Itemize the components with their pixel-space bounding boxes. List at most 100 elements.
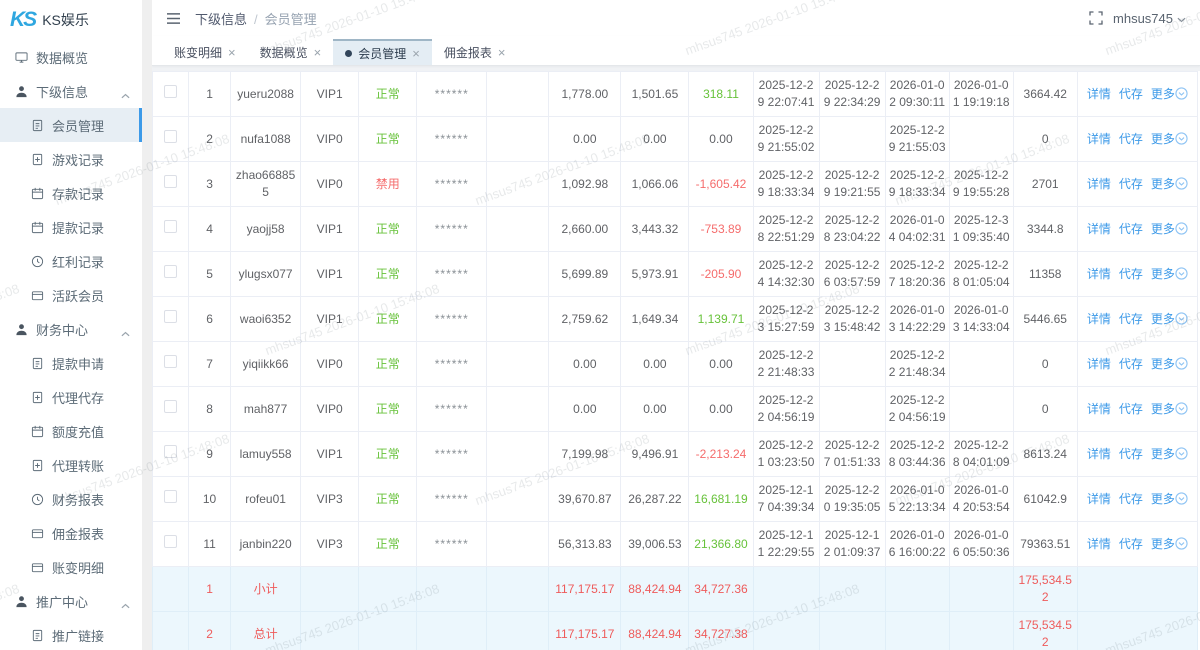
row-checkbox[interactable] [164,400,177,413]
cell-d3: 2026-01-05 22:13:34 [885,477,949,522]
sidebar-item-15[interactable]: 账变明细 [0,550,142,584]
sidebar-item-13[interactable]: 财务报表 [0,482,142,516]
more-link[interactable]: 更多 [1151,132,1188,146]
breadcrumb-parent[interactable]: 下级信息 [195,12,247,27]
deposit-link[interactable]: 代存 [1119,177,1143,191]
fullscreen-icon[interactable] [1089,11,1103,25]
close-icon[interactable]: × [314,46,322,59]
sidebar-item-11[interactable]: 额度充值 [0,414,142,448]
row-checkbox[interactable] [164,85,177,98]
deposit-link[interactable]: 代存 [1119,87,1143,101]
sidebar-item-12[interactable]: 代理转账 [0,448,142,482]
sidebar-item-17[interactable]: 推广链接 [0,618,142,650]
row-checkbox[interactable] [164,355,177,368]
breadcrumb-current: 会员管理 [265,12,317,27]
cell-num: 11 [189,522,231,567]
more-link[interactable]: 更多 [1151,492,1188,506]
more-link[interactable]: 更多 [1151,222,1188,236]
detail-link[interactable]: 详情 [1087,177,1111,191]
cell-num: 8 [189,387,231,432]
deposit-link[interactable]: 代存 [1119,447,1143,461]
table-row: 7yiqiikk66VIP0正常******0.000.000.002025-1… [153,342,1198,387]
tab-3[interactable]: 佣金报表× [432,39,518,65]
empty-cell [487,342,549,387]
row-checkbox[interactable] [164,220,177,233]
detail-link[interactable]: 详情 [1087,87,1111,101]
tab-1[interactable]: 数据概览× [248,39,334,65]
table-row: 6waoi6352VIP1正常******2,759.621,649.341,1… [153,297,1198,342]
cell-m2: 0.00 [621,117,689,162]
more-link[interactable]: 更多 [1151,537,1188,551]
user-dropdown[interactable]: mhsus745 [1113,11,1186,26]
detail-link[interactable]: 详情 [1087,537,1111,551]
more-link[interactable]: 更多 [1151,312,1188,326]
sidebar-scrollbar[interactable] [142,0,152,650]
deposit-link[interactable]: 代存 [1119,222,1143,236]
summary-cell-7: 117,175.17 [549,612,621,650]
sidebar-item-0[interactable]: 数据概览 [0,40,142,74]
cell-password: ****** [417,207,487,252]
more-link[interactable]: 更多 [1151,357,1188,371]
cell-vip: VIP0 [301,342,359,387]
deposit-link[interactable]: 代存 [1119,492,1143,506]
detail-link[interactable]: 详情 [1087,222,1111,236]
cell-d3: 2025-12-22 21:48:34 [885,342,949,387]
sidebar-section-16[interactable]: 推广中心 [0,584,142,618]
more-link[interactable]: 更多 [1151,402,1188,416]
cell-m1: 0.00 [549,117,621,162]
row-checkbox[interactable] [164,490,177,503]
sidebar-item-label: 佣金报表 [52,524,104,543]
detail-link[interactable]: 详情 [1087,492,1111,506]
deposit-link[interactable]: 代存 [1119,132,1143,146]
deposit-link[interactable]: 代存 [1119,312,1143,326]
cell-m1: 0.00 [549,342,621,387]
row-checkbox[interactable] [164,310,177,323]
summary-cell-2: 小计 [231,567,301,612]
cell-d2 [819,117,885,162]
row-checkbox[interactable] [164,445,177,458]
detail-link[interactable]: 详情 [1087,312,1111,326]
table-row: 8mah877VIP0正常******0.000.000.002025-12-2… [153,387,1198,432]
sidebar-section-1[interactable]: 下级信息 [0,74,142,108]
sidebar-item-9[interactable]: 提款申请 [0,346,142,380]
close-icon[interactable]: × [498,46,506,59]
row-checkbox[interactable] [164,535,177,548]
sidebar-section-8[interactable]: 财务中心 [0,312,142,346]
sidebar-item-10[interactable]: 代理代存 [0,380,142,414]
row-checkbox[interactable] [164,265,177,278]
sidebar-item-14[interactable]: 佣金报表 [0,516,142,550]
chevron-up-icon [121,325,130,340]
tab-2[interactable]: 会员管理× [333,39,432,65]
sidebar-item-4[interactable]: 存款记录 [0,176,142,210]
cell-password: ****** [417,72,487,117]
detail-link[interactable]: 详情 [1087,402,1111,416]
tab-0[interactable]: 账变明细× [162,39,248,65]
detail-link[interactable]: 详情 [1087,267,1111,281]
deposit-link[interactable]: 代存 [1119,357,1143,371]
cell-d4 [949,342,1013,387]
detail-link[interactable]: 详情 [1087,447,1111,461]
close-icon[interactable]: × [412,47,420,60]
detail-link[interactable]: 详情 [1087,132,1111,146]
cell-d2: 2025-12-20 19:35:05 [819,477,885,522]
more-link[interactable]: 更多 [1151,177,1188,191]
more-link[interactable]: 更多 [1151,267,1188,281]
deposit-link[interactable]: 代存 [1119,267,1143,281]
detail-link[interactable]: 详情 [1087,357,1111,371]
close-icon[interactable]: × [228,46,236,59]
sidebar-item-2[interactable]: 会员管理 [0,108,142,142]
deposit-link[interactable]: 代存 [1119,402,1143,416]
sidebar-item-6[interactable]: 红利记录 [0,244,142,278]
more-link[interactable]: 更多 [1151,87,1188,101]
row-checkbox[interactable] [164,130,177,143]
summary-cell-12 [885,612,949,650]
summary-cell-9: 34,727.36 [689,567,753,612]
brand-name: KS娱乐 [42,10,89,30]
more-link[interactable]: 更多 [1151,447,1188,461]
sidebar-item-3[interactable]: 游戏记录 [0,142,142,176]
deposit-link[interactable]: 代存 [1119,537,1143,551]
hamburger-icon[interactable] [166,12,181,25]
row-checkbox[interactable] [164,175,177,188]
sidebar-item-5[interactable]: 提款记录 [0,210,142,244]
sidebar-item-7[interactable]: 活跃会员 [0,278,142,312]
